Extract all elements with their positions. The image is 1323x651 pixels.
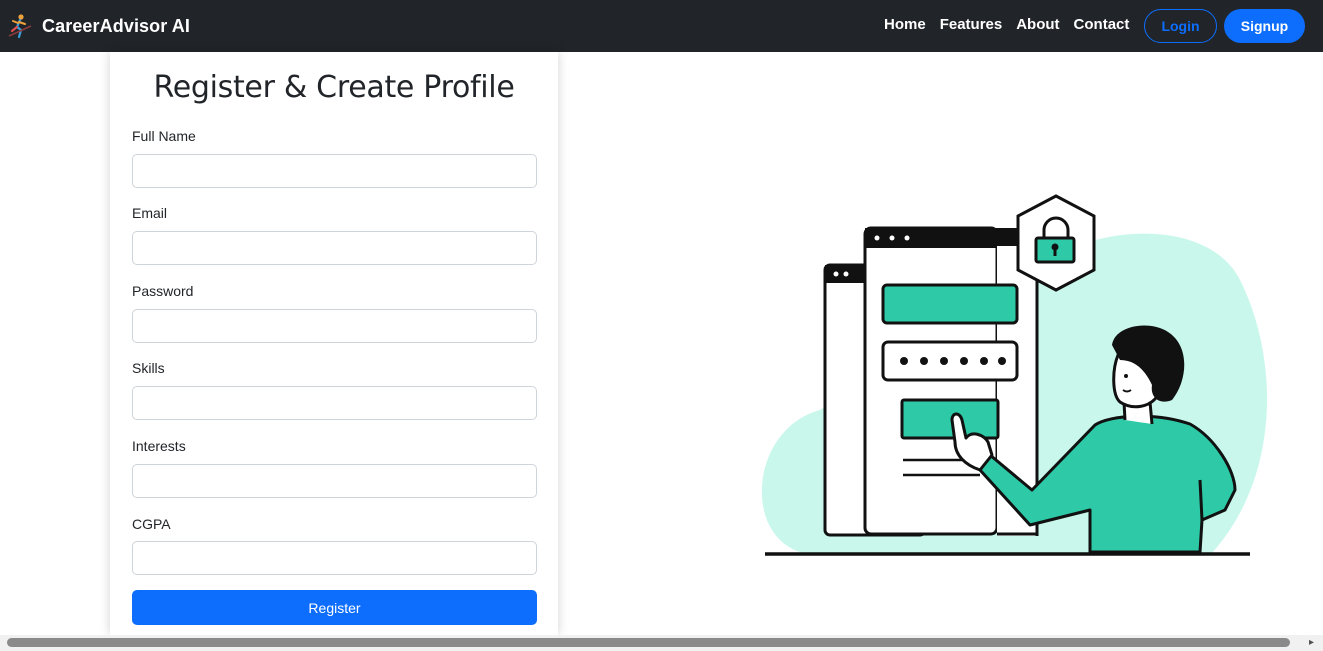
interests-label: Interests <box>132 438 186 454</box>
cgpa-label: CGPA <box>132 516 171 532</box>
email-label: Email <box>132 205 168 221</box>
full-name-label: Full Name <box>132 128 196 144</box>
navbar: CareerAdvisor AI Home Features About Con… <box>0 0 1323 52</box>
username-field-graphic <box>881 283 1019 325</box>
brand[interactable]: CareerAdvisor AI <box>6 12 190 40</box>
full-name-input[interactable] <box>132 154 537 188</box>
login-button[interactable]: Login <box>1144 9 1217 43</box>
nav-link-contact[interactable]: Contact <box>1074 16 1130 33</box>
signup-button[interactable]: Signup <box>1224 9 1305 43</box>
nav-link-features[interactable]: Features <box>940 16 1003 33</box>
arrow-right-icon[interactable]: ▸ <box>1309 637 1314 649</box>
skills-input[interactable] <box>132 386 537 420</box>
cgpa-input[interactable] <box>132 541 537 575</box>
skills-label: Skills <box>132 360 165 376</box>
register-button[interactable]: Register <box>132 590 537 625</box>
brand-name: CareerAdvisor AI <box>42 15 190 36</box>
horizontal-scrollbar[interactable]: ▸ <box>0 635 1323 651</box>
scrollbar-thumb[interactable] <box>7 638 1290 647</box>
password-label: Password <box>132 283 194 299</box>
page-title: Register & Create Profile <box>153 70 515 105</box>
email-input[interactable] <box>132 231 537 265</box>
secure-login-illustration <box>761 194 1268 556</box>
nav-links: Home Features About Contact <box>884 16 1129 33</box>
submit-button-graphic <box>900 398 1000 440</box>
nav-link-home[interactable]: Home <box>884 16 926 33</box>
interests-input[interactable] <box>132 464 537 498</box>
career-runner-icon <box>8 14 32 39</box>
nav-link-about[interactable]: About <box>1016 16 1059 33</box>
password-input[interactable] <box>132 309 537 343</box>
